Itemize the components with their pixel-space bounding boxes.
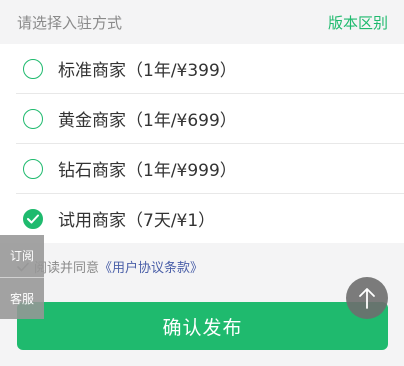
header: 请选择入驻方式 版本区别 bbox=[0, 0, 404, 44]
plan-option-label: 黄金商家（1年/¥699） bbox=[58, 111, 237, 131]
plan-option-gold[interactable]: 黄金商家（1年/¥699） bbox=[16, 94, 404, 144]
plan-option-standard[interactable]: 标准商家（1年/¥399） bbox=[16, 44, 404, 94]
side-panel: 订阅 客服 bbox=[0, 235, 44, 319]
user-agreement-link[interactable]: 《用户协议条款》 bbox=[99, 257, 203, 276]
page-title: 请选择入驻方式 bbox=[17, 13, 123, 32]
plan-option-diamond[interactable]: 钻石商家（1年/¥999） bbox=[16, 144, 404, 194]
agreement-row: 阅读并同意 《用户协议条款》 bbox=[0, 243, 404, 289]
plan-option-label: 钻石商家（1年/¥999） bbox=[58, 161, 237, 181]
plan-option-label: 试用商家（7天/¥1） bbox=[58, 211, 216, 231]
radio-checked-icon[interactable] bbox=[23, 208, 43, 229]
radio-circle-icon[interactable] bbox=[23, 158, 43, 179]
customer-service-button[interactable]: 客服 bbox=[0, 278, 44, 320]
version-difference-link[interactable]: 版本区别 bbox=[328, 12, 388, 33]
plan-option-trial[interactable]: 试用商家（7天/¥1） bbox=[16, 194, 404, 243]
back-to-top-button[interactable] bbox=[346, 277, 388, 319]
plan-option-list: 标准商家（1年/¥399） 黄金商家（1年/¥699） 钻石商家（1年/¥999… bbox=[0, 44, 404, 243]
confirm-publish-button[interactable]: 确认发布 bbox=[17, 302, 388, 350]
plan-option-label: 标准商家（1年/¥399） bbox=[58, 61, 237, 81]
radio-circle-icon[interactable] bbox=[23, 108, 43, 129]
radio-circle-icon[interactable] bbox=[23, 58, 43, 79]
subscribe-button[interactable]: 订阅 bbox=[0, 235, 44, 278]
checkmark-icon bbox=[27, 214, 39, 223]
arrow-up-icon bbox=[359, 288, 375, 309]
